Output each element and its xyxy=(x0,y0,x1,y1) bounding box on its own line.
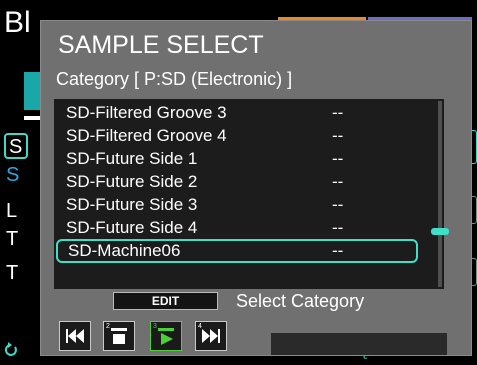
list-item[interactable]: SD-Future Side 2 -- xyxy=(54,170,444,194)
sample-name: SD-Filtered Groove 4 xyxy=(66,126,227,145)
bg-selected-field[interactable]: S xyxy=(4,133,28,159)
bg-field-label: S xyxy=(6,164,20,186)
sample-value: -- xyxy=(332,126,344,145)
scrollbar-track[interactable] xyxy=(438,101,442,287)
bg-field-label: T xyxy=(6,228,19,250)
sample-name: SD-Future Side 1 xyxy=(66,149,198,168)
select-category-label[interactable]: Select Category xyxy=(236,291,364,312)
sample-select-dialog: SAMPLE SELECT Category [ P:SD (Electroni… xyxy=(40,20,472,356)
skip-to-first-icon xyxy=(66,329,84,343)
sample-value: -- xyxy=(332,218,344,237)
skip-to-last-icon xyxy=(202,329,220,343)
list-item[interactable]: SD-Filtered Groove 3 -- xyxy=(54,101,444,125)
sample-value: -- xyxy=(332,195,344,214)
sample-name: SD-Machine06 xyxy=(68,241,181,260)
edit-button[interactable]: EDIT xyxy=(113,292,218,310)
sample-name: SD-Future Side 3 xyxy=(66,195,198,214)
sample-name: SD-Filtered Groove 3 xyxy=(66,103,227,122)
sample-value: -- xyxy=(332,149,344,168)
list-item[interactable]: SD-Future Side 4 -- xyxy=(54,216,444,240)
category-label: Category [ P:SD (Electronic) ] xyxy=(56,69,293,89)
sample-name: SD-Future Side 2 xyxy=(66,172,198,191)
list-item-selected[interactable]: SD-Machine06 -- xyxy=(56,239,418,263)
dialog-title: SAMPLE SELECT xyxy=(58,31,264,59)
list-item[interactable]: SD-Filtered Groove 4 -- xyxy=(54,124,444,148)
bg-field-label: L xyxy=(6,200,18,222)
sample-value: -- xyxy=(332,241,344,260)
screen-title: Bl xyxy=(4,6,31,39)
list-item[interactable]: SD-Future Side 1 -- xyxy=(54,147,444,171)
skip-to-last-button[interactable]: 4 xyxy=(195,321,227,351)
sample-list[interactable]: SD-Filtered Groove 3 -- SD-Filtered Groo… xyxy=(54,99,444,289)
sample-name: SD-Future Side 4 xyxy=(66,218,198,237)
stop-icon xyxy=(111,328,127,344)
stop-button[interactable]: 2 xyxy=(103,321,135,351)
sample-value: -- xyxy=(332,172,344,191)
skip-to-first-button[interactable] xyxy=(59,321,91,351)
play-icon xyxy=(158,328,174,345)
list-item[interactable]: SD-Future Side 3 -- xyxy=(54,193,444,217)
bg-field-label: S xyxy=(9,136,23,158)
status-bar xyxy=(271,333,447,355)
sample-value: -- xyxy=(332,103,344,122)
play-button[interactable]: 3 xyxy=(150,321,182,351)
refresh-icon[interactable] xyxy=(4,340,18,363)
scrollbar-thumb[interactable] xyxy=(431,228,449,235)
bg-field-label: T xyxy=(6,262,19,284)
